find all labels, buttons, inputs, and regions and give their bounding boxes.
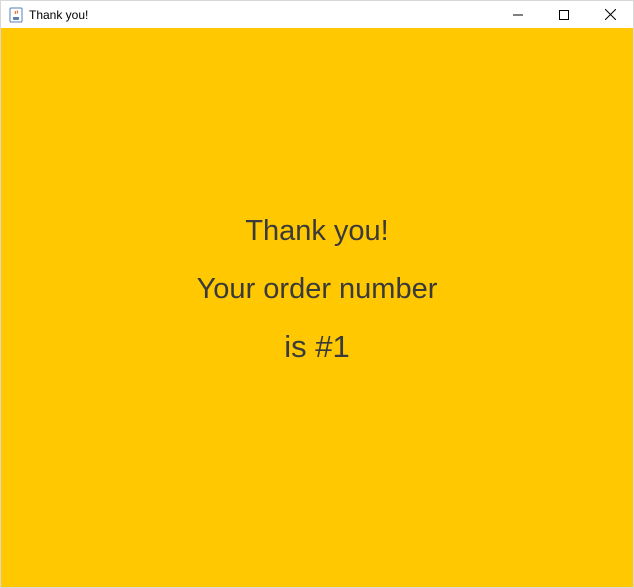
close-button[interactable] [587,1,633,28]
minimize-button[interactable] [495,1,541,28]
java-cup-icon [8,7,24,23]
app-window: Thank you! Thank you! Your order number … [0,0,634,588]
minimize-icon [513,14,523,15]
window-controls [495,1,633,28]
content-panel: Thank you! Your order number is #1 [1,28,633,587]
close-icon [604,9,616,20]
title-bar[interactable]: Thank you! [1,1,633,28]
thank-you-heading: Thank you! [245,215,389,247]
order-number-value: is #1 [284,329,350,364]
maximize-button[interactable] [541,1,587,28]
maximize-icon [559,9,569,20]
order-number-label: Your order number [196,273,438,305]
window-title: Thank you! [29,7,89,22]
